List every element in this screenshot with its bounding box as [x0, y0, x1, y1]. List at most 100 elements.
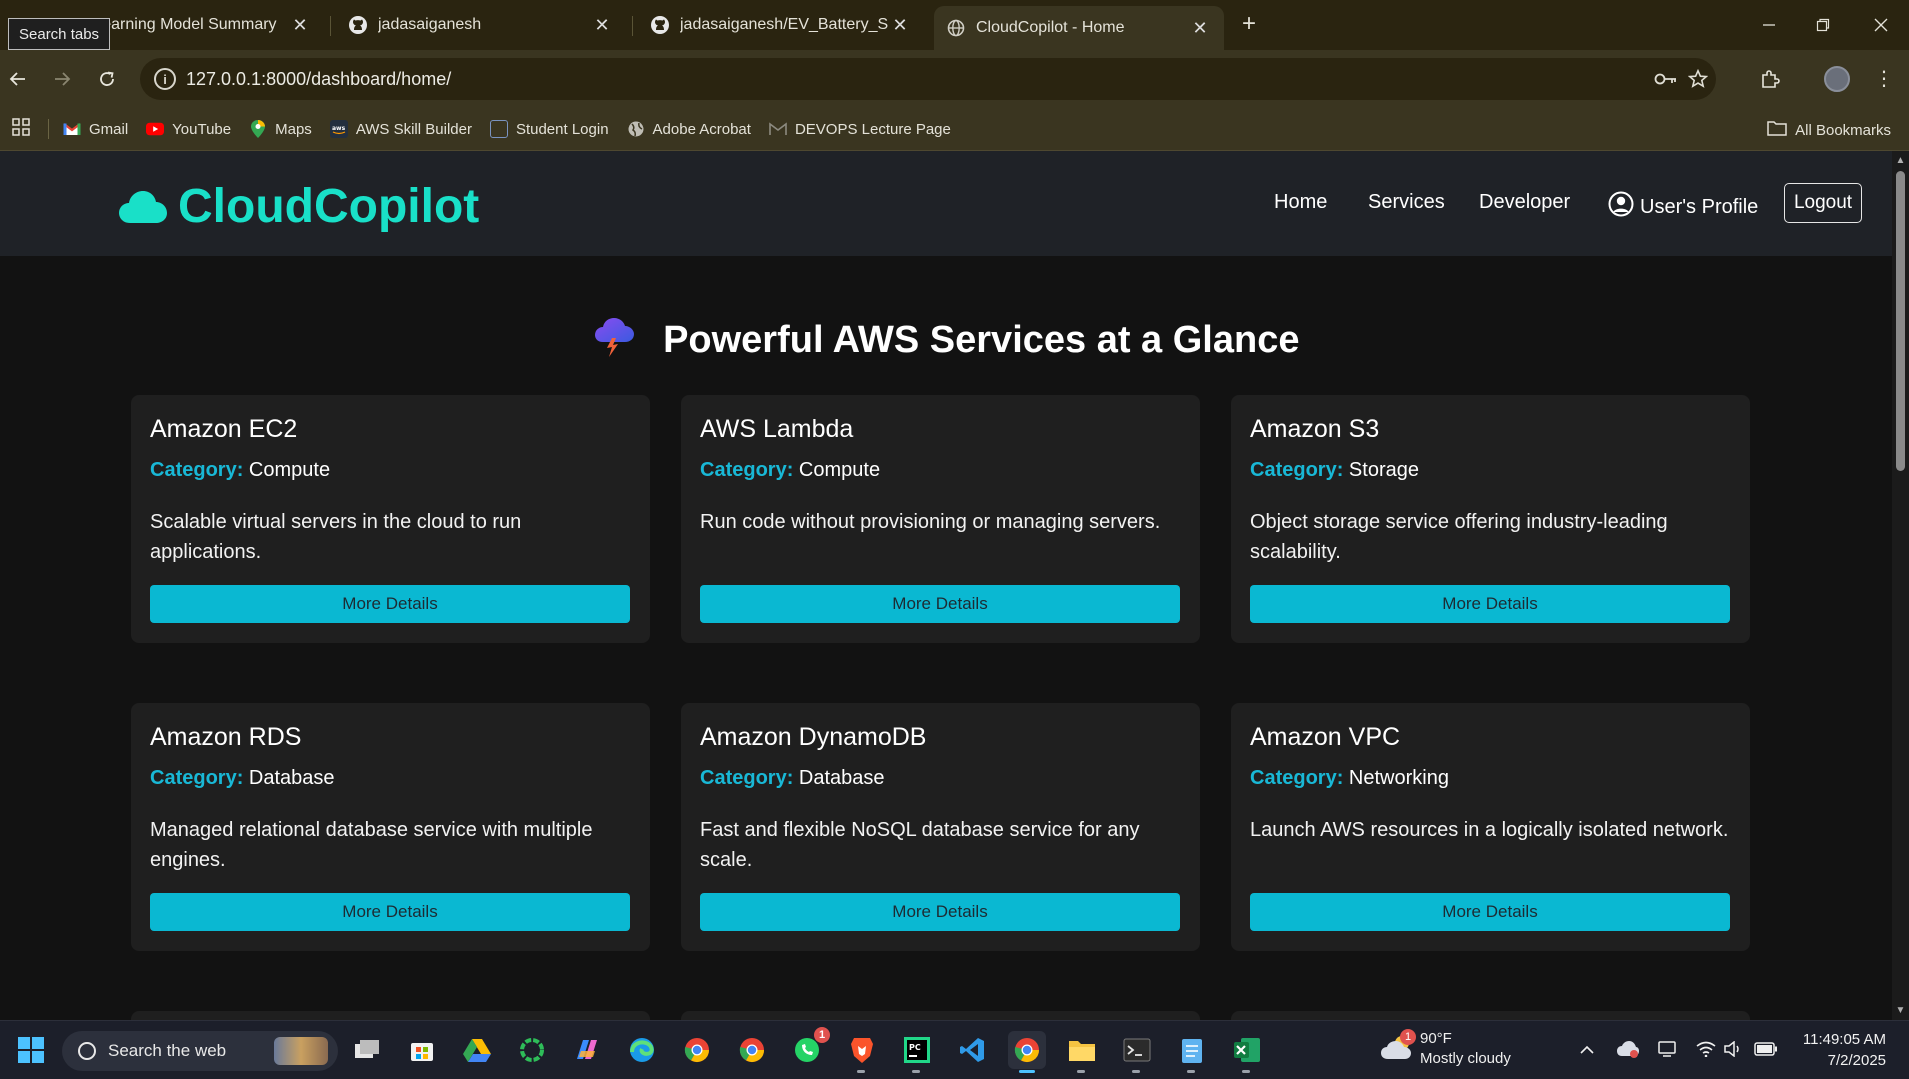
nav-developer[interactable]: Developer	[1479, 191, 1570, 214]
site-navbar: CloudCopilot Home Services Developer Use…	[0, 151, 1892, 256]
service-category: Category: Networking	[1250, 767, 1449, 790]
scroll-down-arrow-icon[interactable]: ▼	[1895, 1005, 1906, 1016]
password-key-icon[interactable]	[1654, 67, 1678, 91]
tab-cloudcopilot-home[interactable]: CloudCopilot - Home ✕	[934, 6, 1224, 50]
globe-icon	[627, 120, 645, 138]
nav-home[interactable]: Home	[1274, 191, 1327, 214]
taskbar-search-box[interactable]: Search the web	[62, 1031, 338, 1071]
github-icon	[650, 15, 670, 35]
bookmark-aws-skill-builder[interactable]: aws AWS Skill Builder	[329, 120, 472, 138]
more-menu-icon[interactable]: ⋮	[1874, 66, 1894, 92]
notification-badge: 1	[814, 1027, 830, 1043]
reload-icon[interactable]	[93, 65, 121, 93]
google-drive-icon[interactable]	[458, 1031, 496, 1069]
system-clock[interactable]: 11:49:05 AM 7/2/2025	[1803, 1029, 1886, 1071]
tab-ev-battery-soh[interactable]: jadasaiganesh/EV_Battery_SOH ✕	[638, 6, 924, 44]
browser-toolbar: i 127.0.0.1:8000/dashboard/home/	[0, 50, 1909, 108]
wifi-icon[interactable]	[1696, 1041, 1716, 1061]
clock-time: 11:49:05 AM	[1802, 1031, 1886, 1048]
service-card-partial	[681, 1011, 1200, 1020]
profile-avatar[interactable]	[1824, 66, 1850, 92]
task-view-icon[interactable]	[348, 1031, 386, 1069]
more-details-button[interactable]: More Details	[1250, 893, 1730, 931]
pycharm-icon[interactable]: PC	[898, 1031, 936, 1073]
bookmark-maps[interactable]: Maps	[249, 120, 312, 138]
nav-services[interactable]: Services	[1368, 191, 1445, 214]
bookmark-devops-lecture[interactable]: DEVOPS Lecture Page	[769, 120, 951, 138]
site-info-icon[interactable]: i	[154, 68, 176, 90]
loop-app-icon[interactable]	[513, 1031, 551, 1069]
vscode-icon[interactable]	[953, 1031, 991, 1069]
brand-logo[interactable]: CloudCopilot	[118, 179, 479, 234]
bookmark-label: Gmail	[89, 120, 129, 138]
service-name: Amazon DynamoDB	[700, 723, 927, 751]
chrome-icon[interactable]	[678, 1031, 716, 1069]
service-description: Scalable virtual servers in the cloud to…	[150, 511, 522, 563]
service-category: Category: Database	[700, 767, 885, 790]
logout-button[interactable]: Logout	[1784, 183, 1862, 223]
category-value: Networking	[1348, 767, 1449, 789]
weather-widget[interactable]: 1 90°F Mostly cloudy	[1380, 1029, 1511, 1069]
svg-text:aws: aws	[332, 125, 346, 132]
bookmarks-bar: Gmail YouTube Maps aws AWS Skill Builder…	[0, 108, 1909, 151]
chevron-up-icon[interactable]	[1580, 1042, 1594, 1059]
back-arrow-icon[interactable]	[4, 65, 32, 93]
whatsapp-icon[interactable]: 1	[788, 1027, 830, 1069]
category-value: Storage	[1348, 459, 1419, 481]
more-details-button[interactable]: More Details	[700, 585, 1180, 623]
screen: p Learning Model Summary ✕ Search tabs j…	[0, 0, 1909, 1079]
minimize-icon[interactable]	[1754, 12, 1784, 38]
forward-arrow-icon[interactable]	[48, 65, 76, 93]
close-window-icon[interactable]	[1866, 12, 1896, 38]
windows-start-icon[interactable]	[12, 1031, 50, 1069]
page-scrollbar[interactable]: ▲ ▼	[1892, 151, 1909, 1020]
volume-icon[interactable]	[1724, 1039, 1744, 1061]
more-details-button[interactable]: More Details	[700, 893, 1180, 931]
extensions-puzzle-icon[interactable]	[1756, 65, 1784, 93]
bookmark-gmail[interactable]: Gmail	[63, 120, 128, 138]
edge-icon[interactable]	[623, 1031, 661, 1069]
bookmark-label: Maps	[275, 120, 312, 138]
excel-icon[interactable]	[1228, 1031, 1266, 1073]
bookmark-label: Student Login	[515, 120, 609, 138]
address-bar[interactable]: i 127.0.0.1:8000/dashboard/home/	[140, 58, 1716, 100]
clock-date: 7/2/2025	[1827, 1052, 1886, 1069]
brave-icon[interactable]	[843, 1031, 881, 1073]
battery-icon[interactable]	[1754, 1041, 1778, 1060]
microsoft-store-icon[interactable]	[403, 1031, 441, 1069]
close-icon[interactable]: ✕	[1188, 18, 1212, 39]
scrollbar-thumb[interactable]	[1896, 171, 1905, 471]
more-details-button[interactable]: More Details	[150, 585, 630, 623]
page-title: Powerful AWS Services at a Glance	[663, 319, 1300, 362]
close-icon[interactable]: ✕	[888, 15, 912, 36]
display-icon[interactable]	[1658, 1040, 1676, 1061]
new-tab-button[interactable]: +	[1236, 12, 1262, 38]
chrome-active-icon[interactable]	[1008, 1031, 1046, 1073]
close-icon[interactable]: ✕	[288, 15, 312, 36]
globe-icon	[946, 18, 966, 38]
bookmark-star-icon[interactable]	[1686, 67, 1710, 91]
all-bookmarks-button[interactable]: All Bookmarks	[1767, 120, 1891, 140]
tab-jadasaiganesh[interactable]: jadasaiganesh ✕	[336, 6, 626, 44]
terminal-icon[interactable]	[1118, 1031, 1156, 1073]
notepad-icon[interactable]	[1173, 1031, 1211, 1073]
category-label: Category:	[1250, 767, 1344, 789]
close-icon[interactable]: ✕	[590, 15, 614, 36]
bookmark-label: Adobe Acrobat	[652, 120, 751, 138]
bookmark-adobe-acrobat[interactable]: Adobe Acrobat	[627, 120, 751, 138]
bookmark-youtube[interactable]: YouTube	[146, 120, 231, 138]
more-details-button[interactable]: More Details	[150, 893, 630, 931]
scroll-up-arrow-icon[interactable]: ▲	[1895, 155, 1906, 166]
chrome-profile-icon[interactable]	[733, 1031, 771, 1069]
restore-icon[interactable]	[1808, 12, 1838, 38]
copilot-icon[interactable]	[568, 1031, 606, 1069]
file-explorer-icon[interactable]	[1063, 1031, 1101, 1073]
more-details-button[interactable]: More Details	[1250, 585, 1730, 623]
apps-grid-icon[interactable]	[12, 117, 32, 141]
bookmark-student-login[interactable]: Student Login	[489, 120, 609, 138]
nav-user-profile[interactable]: User's Profile	[1608, 191, 1758, 223]
onedrive-sync-icon[interactable]	[1616, 1040, 1640, 1062]
running-indicator	[1187, 1070, 1195, 1073]
category-label: Category:	[700, 767, 794, 789]
running-indicator	[857, 1070, 865, 1073]
